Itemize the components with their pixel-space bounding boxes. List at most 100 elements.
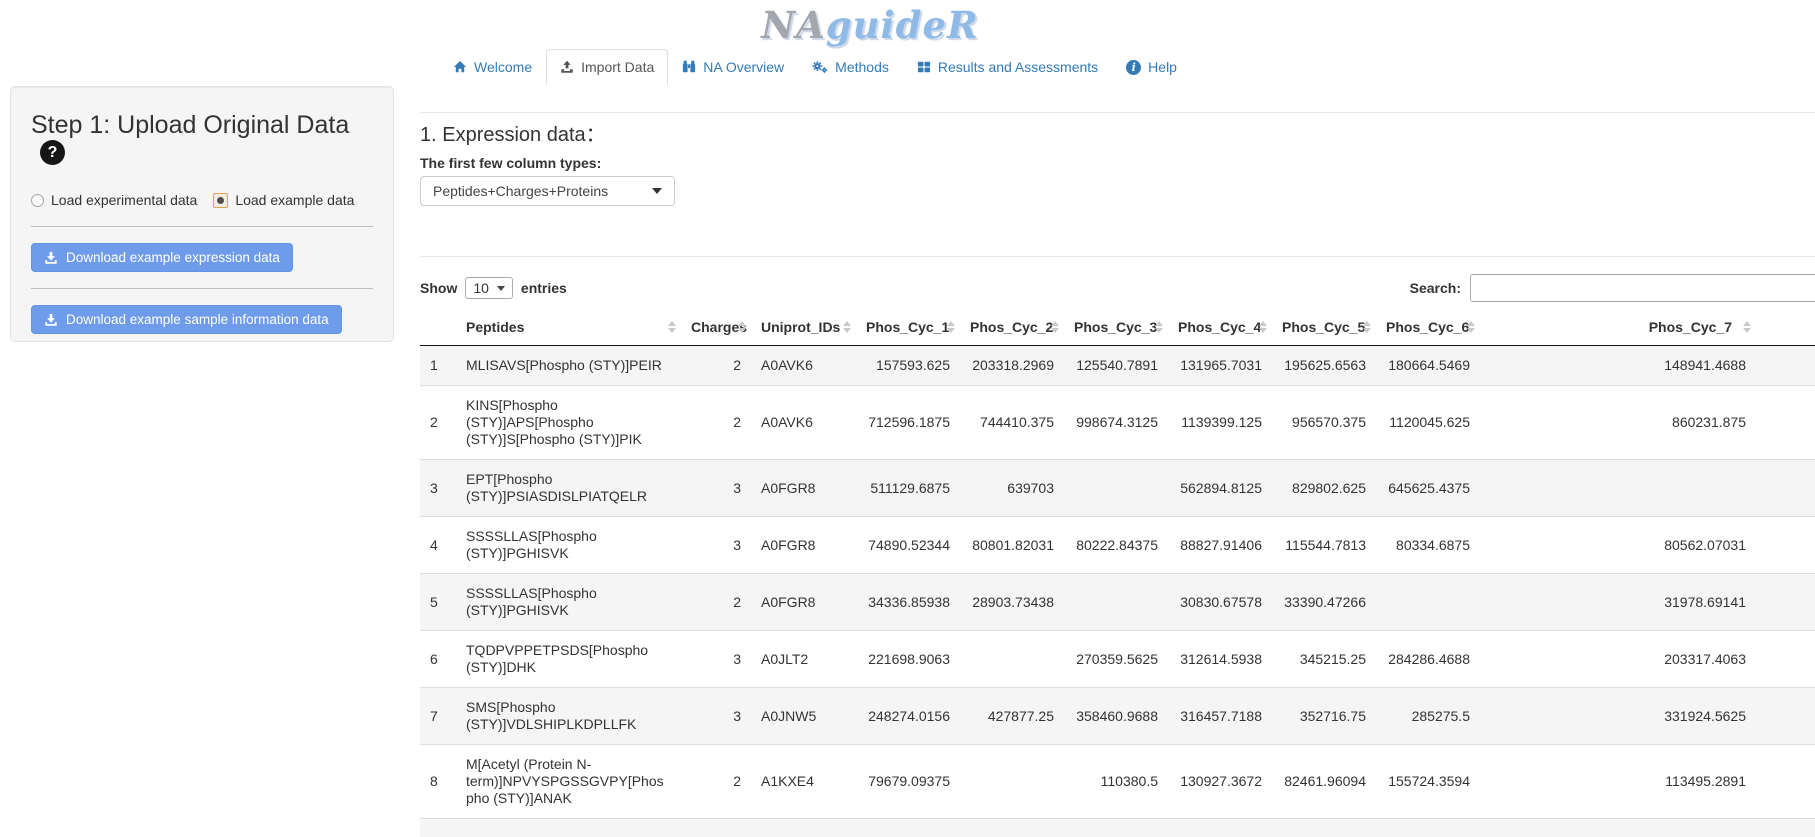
value-cell [1064, 460, 1168, 517]
charge-cell: 2 [681, 346, 751, 386]
radio-load-example-data[interactable]: Load example data [213, 192, 354, 208]
column-header-Uniprot_IDs[interactable]: Uniprot_IDs [751, 309, 856, 346]
sort-icon [668, 321, 676, 333]
sort-icon [843, 321, 851, 333]
column-header-Phos_Cyc_5[interactable]: Phos_Cyc_5 [1272, 309, 1376, 346]
uniprot-cell: A0AVK6 [751, 386, 856, 460]
value-cell: 115544.7813 [1272, 517, 1376, 574]
sort-icon [1743, 321, 1751, 333]
uniprot-cell: A1KXE4 [751, 745, 856, 819]
column-header-label: Phos_Cyc_5 [1282, 319, 1365, 335]
filler-cell [1756, 386, 1815, 460]
row-number-cell: 6 [420, 631, 456, 688]
value-cell [960, 745, 1064, 819]
button-label: Download example expression data [66, 250, 280, 265]
value-cell: 744410.375 [960, 386, 1064, 460]
search-input[interactable] [1470, 274, 1815, 302]
caret-down-icon [497, 286, 505, 291]
value-cell: 148941.4688 [1480, 346, 1756, 386]
charge-cell: 2 [681, 745, 751, 819]
value-cell: 80334.6875 [1376, 517, 1480, 574]
search-label: Search: [1410, 280, 1461, 296]
charge-cell: 2 [681, 386, 751, 460]
uniprot-cell: A0FGR8 [751, 517, 856, 574]
column-header-Phos_Cyc_6[interactable]: Phos_Cyc_6 [1376, 309, 1480, 346]
value-cell [1480, 460, 1756, 517]
charge-cell: 3 [681, 631, 751, 688]
download-button-expression-data[interactable]: Download example expression data [31, 243, 293, 272]
column-types-select[interactable]: Peptides+Charges+Proteins [420, 176, 675, 206]
column-header-label: Phos_Cyc_7 [1649, 319, 1732, 335]
value-cell: 74890.52344 [856, 517, 960, 574]
row-number-cell: 7 [420, 688, 456, 745]
value-cell: 221698.9063 [856, 631, 960, 688]
table-header-row: Peptides ChargesUniprot_IDs Phos_Cyc_1 Phos… [420, 309, 1815, 346]
value-cell: 1120045.625 [1376, 386, 1480, 460]
question-circle-icon[interactable]: ? [40, 140, 65, 165]
filler-cell [1756, 574, 1815, 631]
naguider-app: NAguideR WelcomeImport DataNA OverviewMe… [0, 0, 1815, 85]
filler-cell [1756, 517, 1815, 574]
column-header-Phos_Cyc_2[interactable]: Phos_Cyc_2 [960, 309, 1064, 346]
value-cell: 998674.3125 [1064, 386, 1168, 460]
column-header-Phos_Cyc_1[interactable]: Phos_Cyc_1 [856, 309, 960, 346]
value-cell: 30830.67578 [1168, 574, 1272, 631]
table-row: 7SMS[Phospho (STY)]VDLSHIPLKDPLLFK3A0JNW… [420, 688, 1815, 745]
download-buttons-area: Download example expression data Download… [31, 226, 373, 334]
peptide-cell: EPT[Phospho (STY)]PSIASDISLPIATQELR [456, 460, 681, 517]
divider [420, 256, 1815, 257]
value-cell: 511129.6875 [856, 460, 960, 517]
column-header-Charges[interactable]: Charges [681, 309, 751, 346]
page-length-control: Show 10 entries [420, 277, 567, 299]
radio-label: Load example data [235, 192, 354, 208]
value-cell: 34336.85938 [856, 574, 960, 631]
row-index-header [420, 309, 456, 346]
value-cell [960, 631, 1064, 688]
value-cell: 345215.25 [1272, 631, 1376, 688]
radio-load-experimental-data[interactable]: Load experimental data [31, 192, 197, 208]
value-cell: 270359.5625 [1064, 631, 1168, 688]
uniprot-cell: A0FGR8 [751, 460, 856, 517]
value-cell: 639703 [960, 460, 1064, 517]
panel-title: Step 1: Upload Original Data [31, 111, 349, 139]
section-title: 1. Expression data： [420, 118, 1815, 147]
value-cell: 352716.75 [1272, 688, 1376, 745]
value-cell: 427877.25 [960, 688, 1064, 745]
column-header-Phos_Cyc_3[interactable]: Phos_Cyc_3 [1064, 309, 1168, 346]
button-label: Download example sample information data [66, 312, 329, 327]
value-cell: 131965.7031 [1168, 346, 1272, 386]
search-control: Search: [1410, 274, 1815, 302]
caret-down-icon [652, 188, 662, 194]
table-row: 1MLISAVS[Phospho (STY)]PEIR2A0AVK6157593… [420, 346, 1815, 386]
entries-label: entries [521, 280, 567, 296]
value-cell: 312614.5938 [1168, 631, 1272, 688]
value-cell: 562894.8125 [1168, 460, 1272, 517]
value-cell: 28903.73438 [960, 574, 1064, 631]
peptide-cell: M[Acetyl (Protein N-term)]NPVYSPGSSGVPY[… [456, 745, 681, 819]
column-header-label: Phos_Cyc_2 [970, 319, 1053, 335]
table-body: 1MLISAVS[Phospho (STY)]PEIR2A0AVK6157593… [420, 346, 1815, 819]
sort-icon [1467, 321, 1475, 333]
uniprot-cell: A0JNW5 [751, 688, 856, 745]
column-header-label: Peptides [466, 319, 524, 335]
sort-icon [1155, 321, 1163, 333]
page-length-select[interactable]: 10 [465, 277, 513, 299]
value-cell: 195625.6563 [1272, 346, 1376, 386]
download-button-sample-information[interactable]: Download example sample information data [31, 305, 342, 334]
column-header-label: Phos_Cyc_1 [866, 319, 949, 335]
value-cell: 157593.625 [856, 346, 960, 386]
value-cell: 80562.07031 [1480, 517, 1756, 574]
column-header-Peptides[interactable]: Peptides [456, 309, 681, 346]
peptide-cell: MLISAVS[Phospho (STY)]PEIR [456, 346, 681, 386]
expression-data-table: Peptides ChargesUniprot_IDs Phos_Cyc_1 Phos… [420, 309, 1815, 819]
column-header-label: Phos_Cyc_3 [1074, 319, 1157, 335]
sort-icon [947, 321, 955, 333]
value-cell: 331924.5625 [1480, 688, 1756, 745]
filler-cell [1756, 460, 1815, 517]
page-length-value: 10 [473, 280, 489, 296]
column-header-Phos_Cyc_4[interactable]: Phos_Cyc_4 [1168, 309, 1272, 346]
divider [31, 226, 373, 227]
charge-cell: 3 [681, 688, 751, 745]
sort-icon [1363, 321, 1371, 333]
column-header-Phos_Cyc_7[interactable]: Phos_Cyc_7 [1480, 309, 1756, 346]
